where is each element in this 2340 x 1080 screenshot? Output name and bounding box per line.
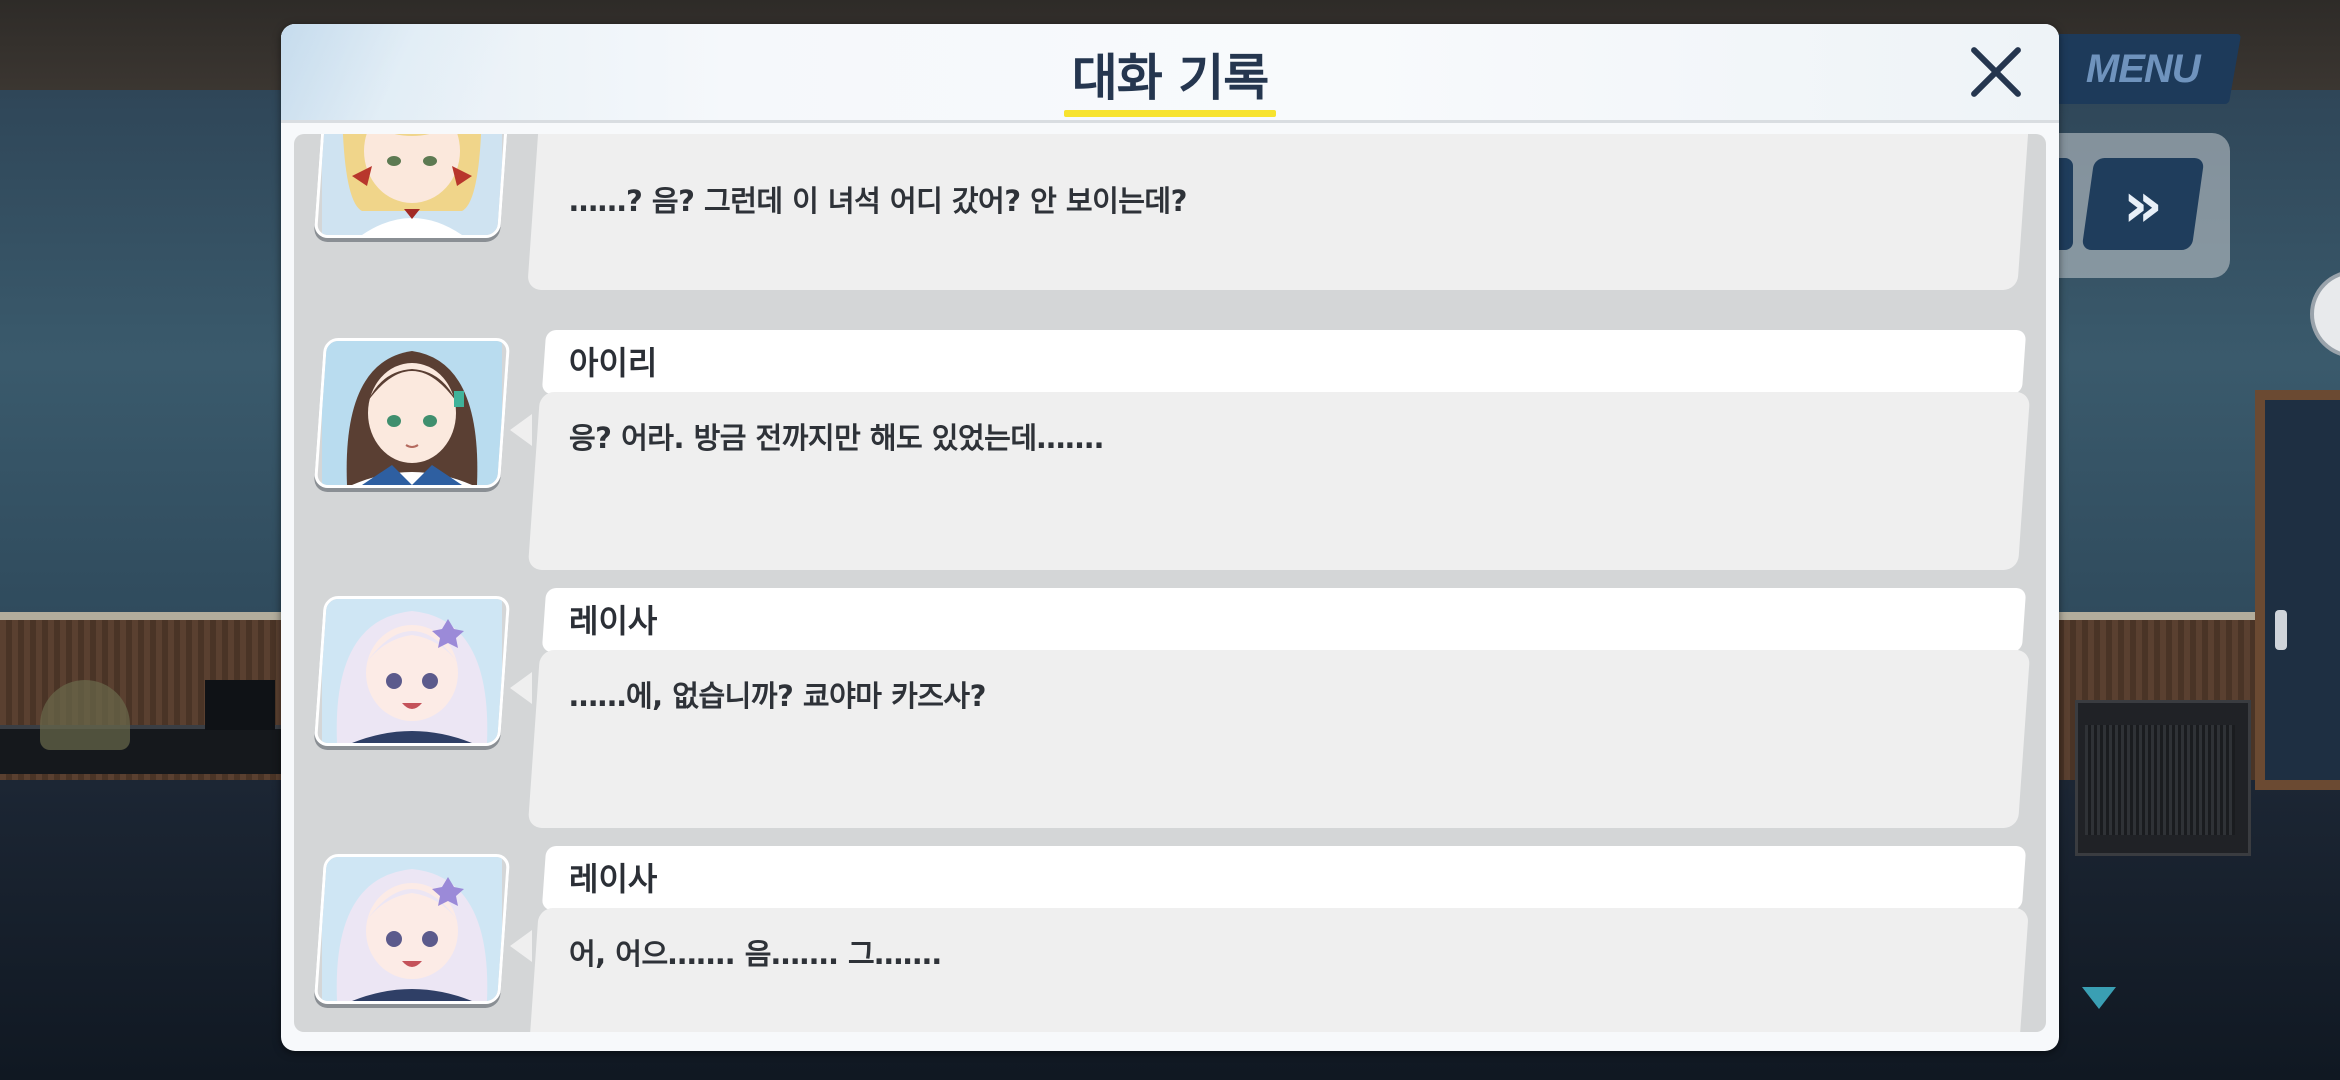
message-text: ……에, 없습니까? 쿄야마 카즈사? <box>569 679 986 713</box>
name-bar <box>541 588 2027 652</box>
message-text: 응? 어라. 방금 전까지만 해도 있었는데……. <box>569 421 1105 455</box>
speaker-name: 레이사 <box>569 602 658 640</box>
airi-portrait <box>313 338 511 488</box>
log-entry: 레이사 ……에, 없습니까? 쿄야마 카즈사? <box>294 588 2046 838</box>
music-stand-prop <box>205 680 275 730</box>
speaker-name: 아이리 <box>569 344 658 382</box>
dialogue-log-list[interactable]: ……? 음? 그런데 이 녀석 어디 갔어? 안 보이는데? 아이리 응? 어라… <box>294 134 2046 1032</box>
header-divider <box>281 120 2059 123</box>
bubble-tail <box>510 930 532 962</box>
door-handle <box>2275 610 2287 650</box>
triangle-down-icon <box>2082 987 2116 1009</box>
menu-label: MENU <box>2085 46 2200 91</box>
log-entry: 아이리 응? 어라. 방금 전까지만 해도 있었는데……. <box>294 330 2046 580</box>
dialog-title: 대화 기록 <box>1071 49 1269 107</box>
door <box>2255 390 2340 790</box>
bubble-tail <box>510 672 532 704</box>
bubble-tail <box>510 414 532 446</box>
blonde-girl-portrait <box>313 134 511 238</box>
fast-forward-icon: » <box>2122 167 2164 241</box>
name-bar <box>541 330 2027 394</box>
name-bar <box>541 846 2027 910</box>
menu-button[interactable]: MENU <box>2043 34 2242 104</box>
speaker-name: 레이사 <box>569 860 658 898</box>
message-text: ……? 음? 그런데 이 녀석 어디 갔어? 안 보이는데? <box>569 184 1187 218</box>
close-icon[interactable] <box>1966 42 2026 102</box>
message-text: 어, 어으……. 음……. 그……. <box>569 937 942 971</box>
fast-forward-button[interactable]: » <box>2081 158 2205 250</box>
log-entry: ……? 음? 그런데 이 녀석 어디 갔어? 안 보이는데? <box>294 134 2046 314</box>
reisa-portrait <box>313 596 511 746</box>
reisa-portrait <box>313 854 511 1004</box>
amplifier-grill <box>2085 725 2235 835</box>
title-underline <box>1064 110 1276 117</box>
dialogue-log-dialog: 대화 기록 ……? 음? 그런데 이 녀석 어디 갔어? 안 보이는데? 아이리… <box>281 24 2059 1051</box>
log-entry: 레이사 어, 어으……. 음……. 그……. <box>294 846 2046 1032</box>
